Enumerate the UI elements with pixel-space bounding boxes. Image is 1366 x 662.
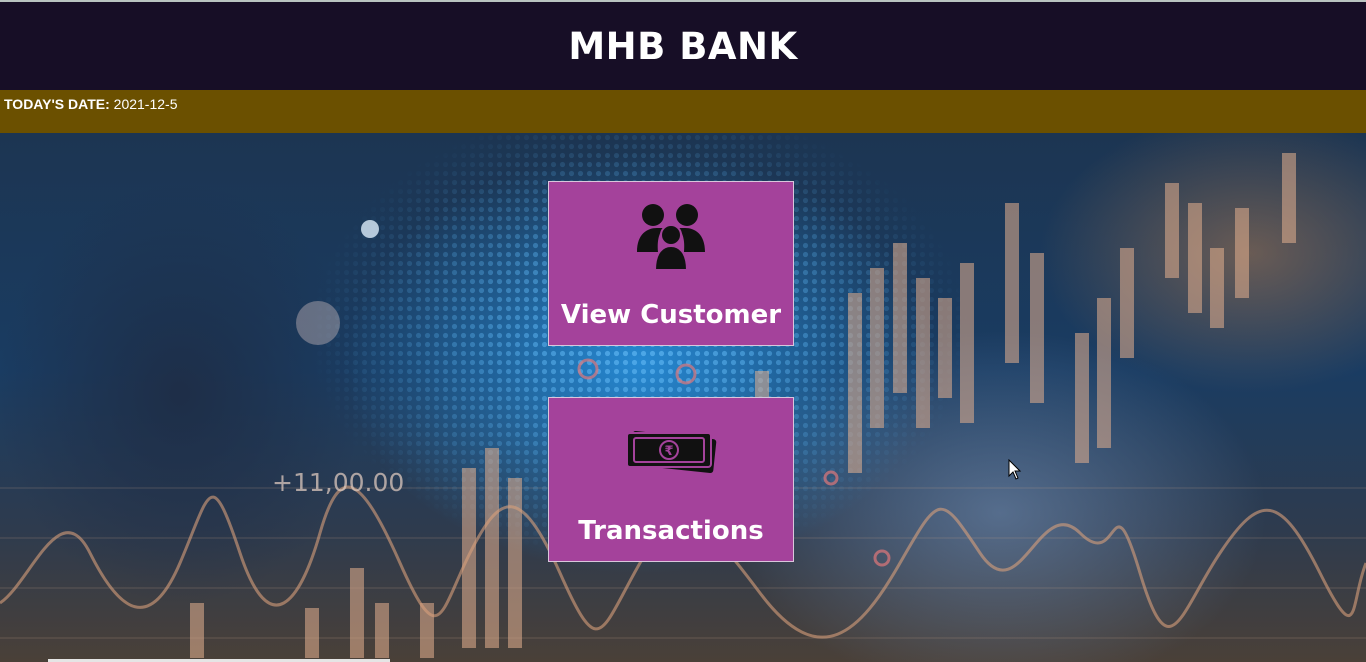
date-bar: TODAY'S DATE: 2021-12-5 <box>0 90 1366 133</box>
date-value: 2021-12-5 <box>113 96 178 112</box>
svg-text:₹: ₹ <box>664 444 673 459</box>
view-customer-tile[interactable]: View Customer <box>548 181 794 346</box>
background-figure-text: +11,00.00 <box>272 468 405 497</box>
view-customer-label: View Customer <box>560 300 782 330</box>
mouse-cursor-icon <box>1008 459 1022 480</box>
site-header: MHB BANK <box>0 2 1366 90</box>
hero-background: +11,00.00 View Customer ₹ Transactions <box>0 133 1366 662</box>
rupee-banknotes-icon: ₹ <box>623 416 719 488</box>
bank-title: MHB BANK <box>568 24 798 68</box>
customers-group-icon <box>635 200 707 272</box>
transactions-tile[interactable]: ₹ Transactions <box>548 397 794 562</box>
transactions-label: Transactions <box>578 516 764 546</box>
date-label: TODAY'S DATE: <box>4 96 110 112</box>
